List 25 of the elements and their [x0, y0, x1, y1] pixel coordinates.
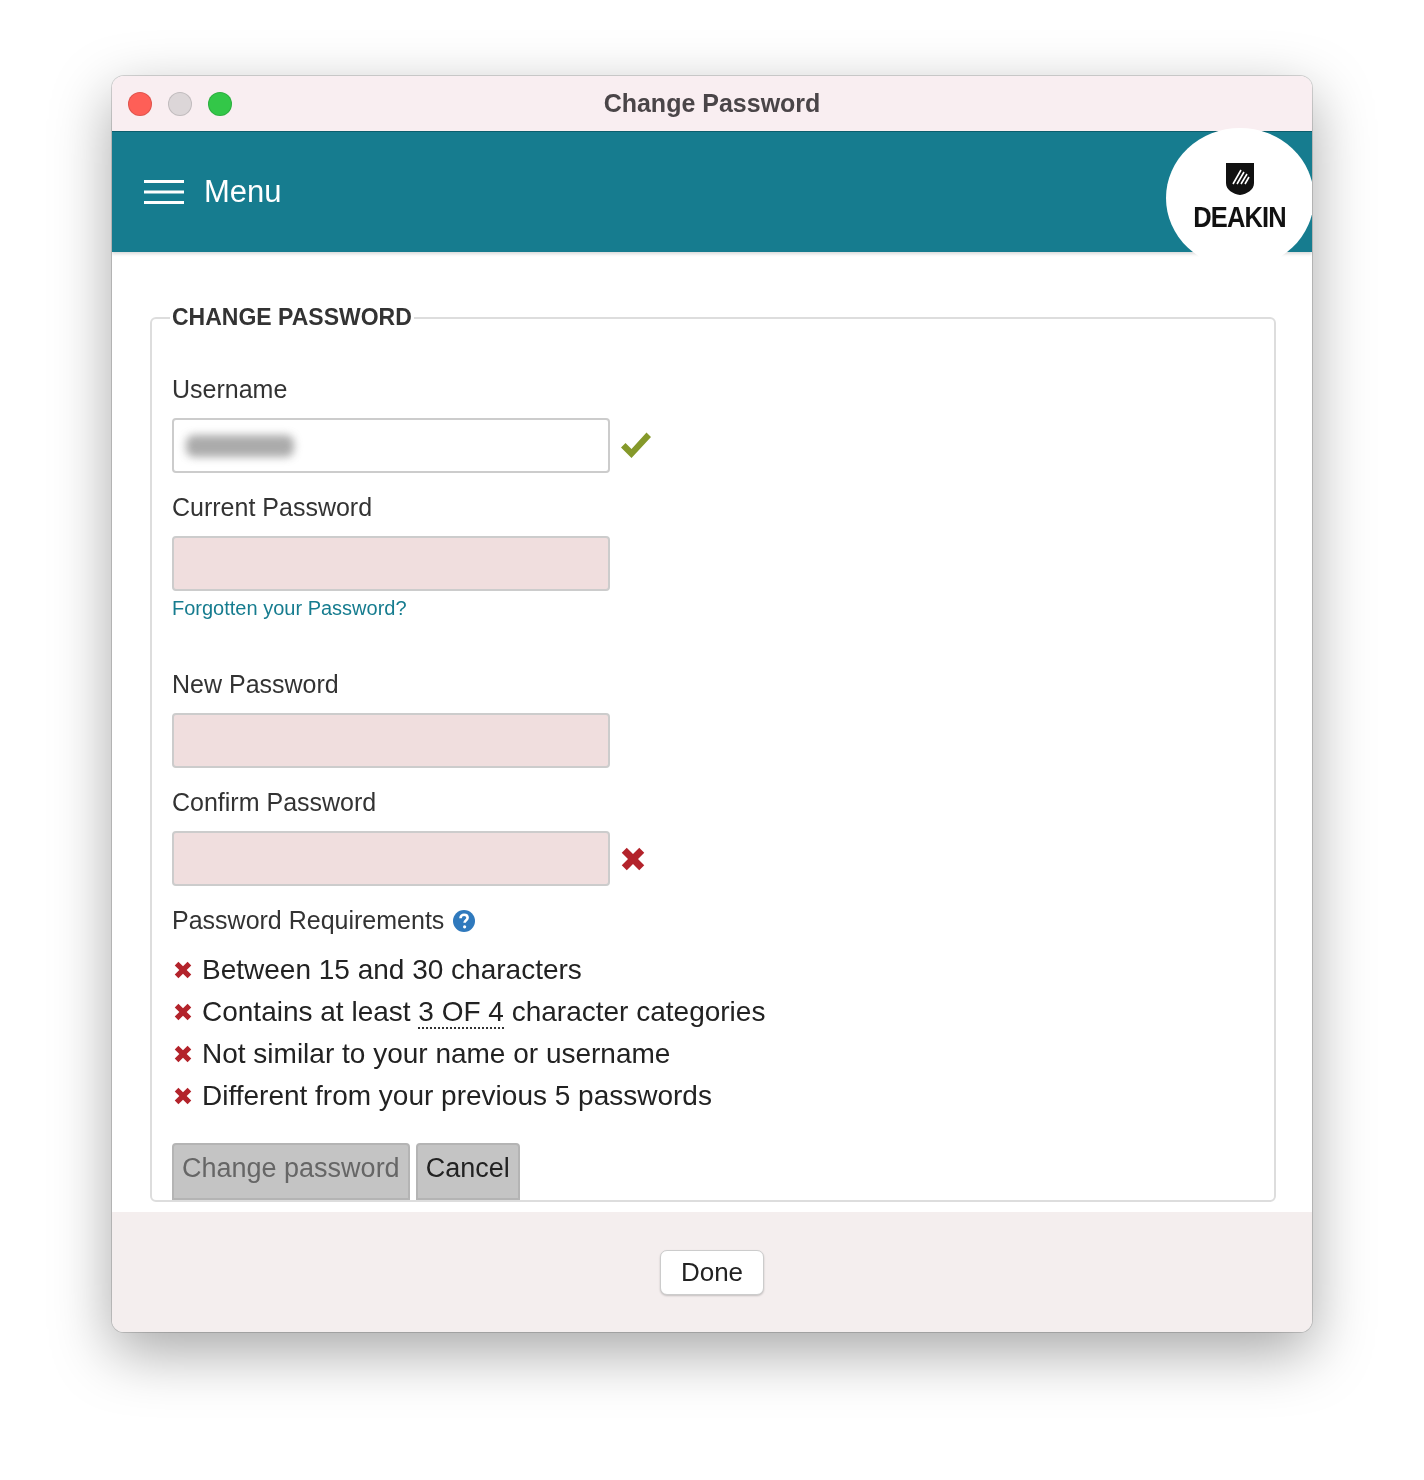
- window-title: Change Password: [603, 89, 821, 118]
- logo-text: DEAKIN: [1193, 200, 1287, 234]
- field-label: Current Password: [172, 493, 374, 522]
- menu-button[interactable]: Menu: [144, 174, 282, 210]
- menu-icon: [144, 179, 184, 205]
- zoom-button[interactable]: [208, 91, 232, 116]
- requirement-text: Contains at least 3 OF 4 character categories: [202, 996, 766, 1028]
- requirements-title: Password Requirements: [172, 906, 445, 935]
- password-field[interactable]: [172, 713, 610, 768]
- requirement-text: Between 15 and 30 characters: [202, 954, 582, 986]
- password-field[interactable]: [172, 536, 610, 591]
- requirement-text: Different from your previous 5 passwords: [202, 1080, 712, 1112]
- field-label: Confirm Password: [172, 788, 378, 817]
- username-field[interactable]: [172, 418, 610, 473]
- done-button[interactable]: Done: [659, 1249, 765, 1295]
- close-button[interactable]: [128, 91, 152, 116]
- help-icon[interactable]: [452, 908, 477, 933]
- requirement-text: Not similar to your name or username: [202, 1038, 671, 1070]
- password-field[interactable]: [172, 831, 610, 886]
- cancel-button[interactable]: Cancel: [415, 1143, 520, 1200]
- shield-icon: [1225, 162, 1255, 196]
- field-label: New Password: [172, 670, 340, 699]
- field-label: Username: [172, 375, 289, 404]
- forgot-password-link[interactable]: Forgotten your Password?: [172, 597, 407, 620]
- section-title: CHANGE PASSWORD: [171, 304, 413, 331]
